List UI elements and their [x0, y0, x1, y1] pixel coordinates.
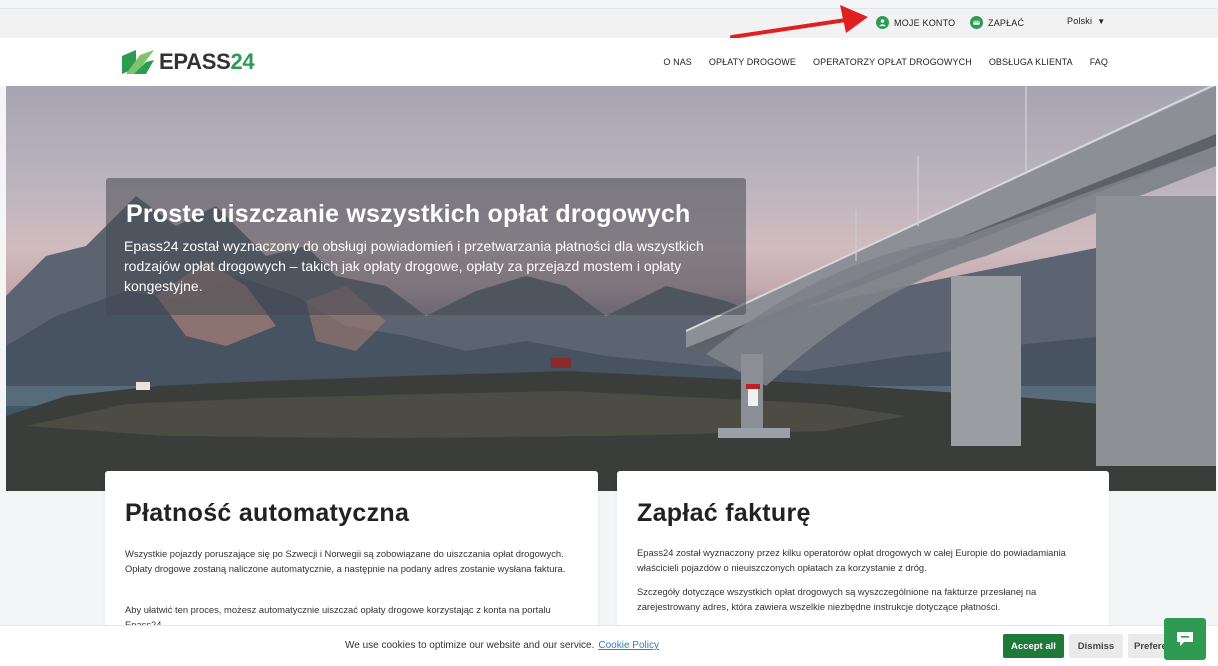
card-paragraph: Epass24 został wyznaczony przez kilku op… — [637, 547, 1066, 573]
payment-icon — [970, 16, 983, 29]
pay-invoice-card: Zapłać fakturę Epass24 został wyznaczony… — [617, 471, 1109, 631]
epass24-logo[interactable]: EPASS24 — [122, 49, 255, 75]
chat-widget-button[interactable] — [1164, 618, 1206, 660]
logo-mark-icon — [122, 50, 154, 74]
hero-title: Proste uiszczanie wszystkich opłat drogo… — [126, 200, 691, 228]
pay-link[interactable]: ZAPŁAĆ — [970, 16, 1024, 29]
hero-text-panel: Proste uiszczanie wszystkich opłat drogo… — [106, 178, 746, 315]
language-selector[interactable]: Polski ▼ — [1067, 16, 1105, 26]
chat-bubble-icon — [1177, 632, 1193, 646]
cookie-banner: We use cookies to optimize our website a… — [0, 625, 1218, 666]
accept-all-button[interactable]: Accept all — [1003, 634, 1064, 658]
automatic-payment-card: Płatność automatyczna Wszystkie pojazdy … — [105, 471, 598, 631]
utility-bar: MOJE KONTO ZAPŁAĆ Polski ▼ — [0, 8, 1218, 39]
nav-item-faq[interactable]: FAQ — [1090, 57, 1108, 67]
my-account-label: MOJE KONTO — [894, 17, 956, 28]
nav-item-toll-operators[interactable]: OPERATORZY OPŁAT DROGOWYCH — [813, 57, 972, 67]
hero-description: Epass24 został wyznaczony do obsługi pow… — [124, 238, 704, 294]
card-title: Zapłać fakturę — [637, 499, 811, 527]
main-nav: O NAS OPŁATY DROGOWE OPERATORZY OPŁAT DR… — [646, 57, 1108, 67]
nav-item-customer-service[interactable]: OBSŁUGA KLIENTA — [989, 57, 1073, 67]
logo-text: EPASS24 — [159, 49, 255, 74]
dismiss-button[interactable]: Dismiss — [1069, 634, 1123, 658]
cookie-message: We use cookies to optimize our website a… — [345, 640, 659, 651]
card-title: Płatność automatyczna — [125, 499, 410, 527]
pay-label: ZAPŁAĆ — [988, 17, 1025, 28]
main-header: EPASS24 O NAS OPŁATY DROGOWE OPERATORZY … — [0, 38, 1218, 86]
my-account-link[interactable]: MOJE KONTO — [876, 16, 955, 29]
card-paragraph: Wszystkie pojazdy poruszające się po Szw… — [125, 548, 566, 574]
hero-banner: Proste uiszczanie wszystkich opłat drogo… — [6, 86, 1216, 491]
language-label: Polski — [1067, 16, 1093, 26]
nav-item-about[interactable]: O NAS — [663, 57, 692, 67]
caret-down-icon: ▼ — [1097, 16, 1106, 26]
nav-item-road-tolls[interactable]: OPŁATY DROGOWE — [709, 57, 796, 67]
card-paragraph: Szczegóły dotyczące wszystkich opłat dro… — [637, 586, 1037, 612]
cookie-policy-link[interactable]: Cookie Policy — [598, 640, 659, 651]
